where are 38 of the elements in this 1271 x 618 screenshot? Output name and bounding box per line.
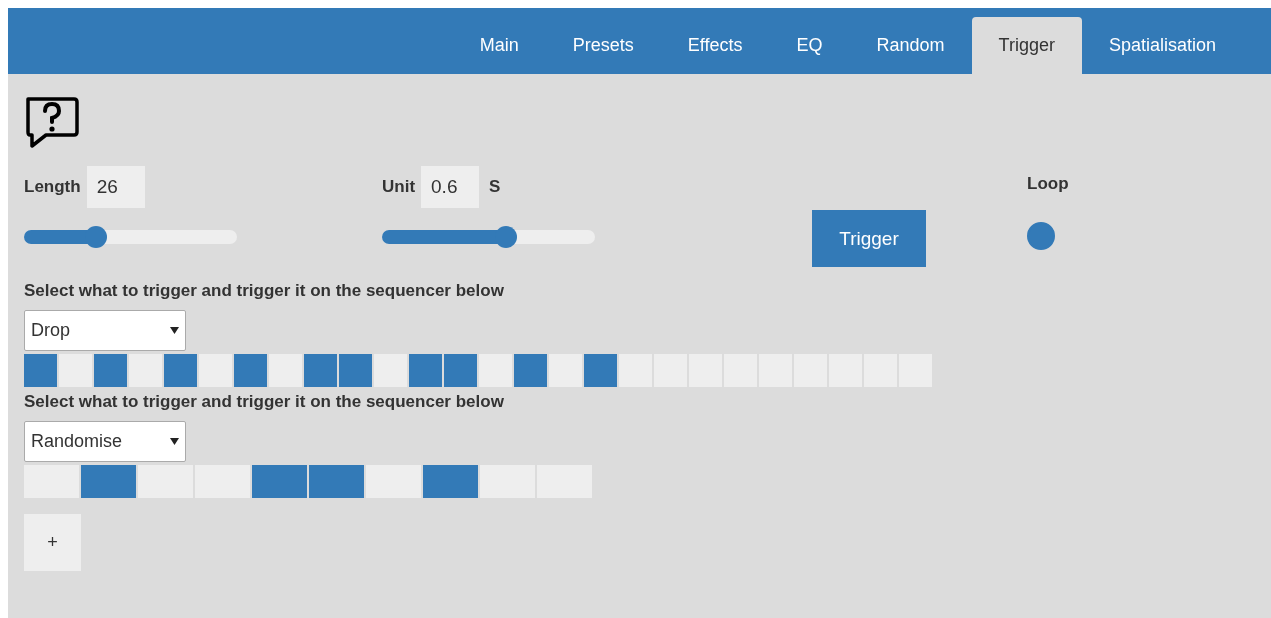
field-label: Unit — [382, 177, 416, 197]
number-field[interactable]: 26 — [86, 166, 145, 208]
tab[interactable]: EQ — [769, 17, 850, 74]
caret-icon — [170, 327, 179, 334]
tab[interactable]: Random — [849, 17, 972, 74]
trigger-select[interactable]: Drop — [24, 310, 186, 351]
sequencer-step[interactable] — [24, 354, 57, 387]
sequencer-step[interactable] — [423, 465, 478, 498]
tab[interactable]: Spatialisation — [1081, 17, 1243, 74]
tab[interactable]: Presets — [545, 17, 661, 74]
unit-label: S — [489, 177, 501, 197]
caret-icon — [170, 438, 179, 445]
sequencer-step[interactable] — [304, 354, 337, 387]
sequencer-step[interactable] — [81, 465, 136, 498]
sequencer-label: Select what to trigger and trigger it on the sequencer below — [24, 391, 505, 413]
slider-thumb[interactable] — [494, 226, 517, 248]
slider-thumb[interactable] — [85, 226, 108, 248]
trigger-select[interactable]: Randomise — [24, 421, 186, 462]
sequencer-step[interactable] — [444, 354, 477, 387]
sequencer-step[interactable] — [309, 465, 364, 498]
sequencer-step[interactable] — [339, 354, 372, 387]
sequencer-step[interactable] — [409, 354, 442, 387]
tab[interactable]: Main — [452, 17, 546, 74]
sequencer-step[interactable] — [584, 354, 617, 387]
number-field[interactable]: 0.6 — [421, 166, 480, 208]
tab[interactable]: Trigger — [971, 17, 1082, 74]
loop-toggle[interactable] — [1027, 222, 1055, 250]
field-label: Length — [24, 177, 81, 197]
sequencer-label: Select what to trigger and trigger it on the sequencer below — [24, 280, 505, 302]
trigger-button[interactable]: Trigger — [812, 210, 926, 267]
sequencer-step[interactable] — [514, 354, 547, 387]
loop-label: Loop — [1027, 174, 1069, 194]
sequencer-step[interactable] — [252, 465, 307, 498]
tab[interactable]: Effects — [660, 17, 770, 74]
sequencer-step[interactable] — [164, 354, 197, 387]
sequencer-step[interactable] — [234, 354, 267, 387]
add-button[interactable]: + — [24, 514, 81, 571]
sequencer-step[interactable] — [94, 354, 127, 387]
